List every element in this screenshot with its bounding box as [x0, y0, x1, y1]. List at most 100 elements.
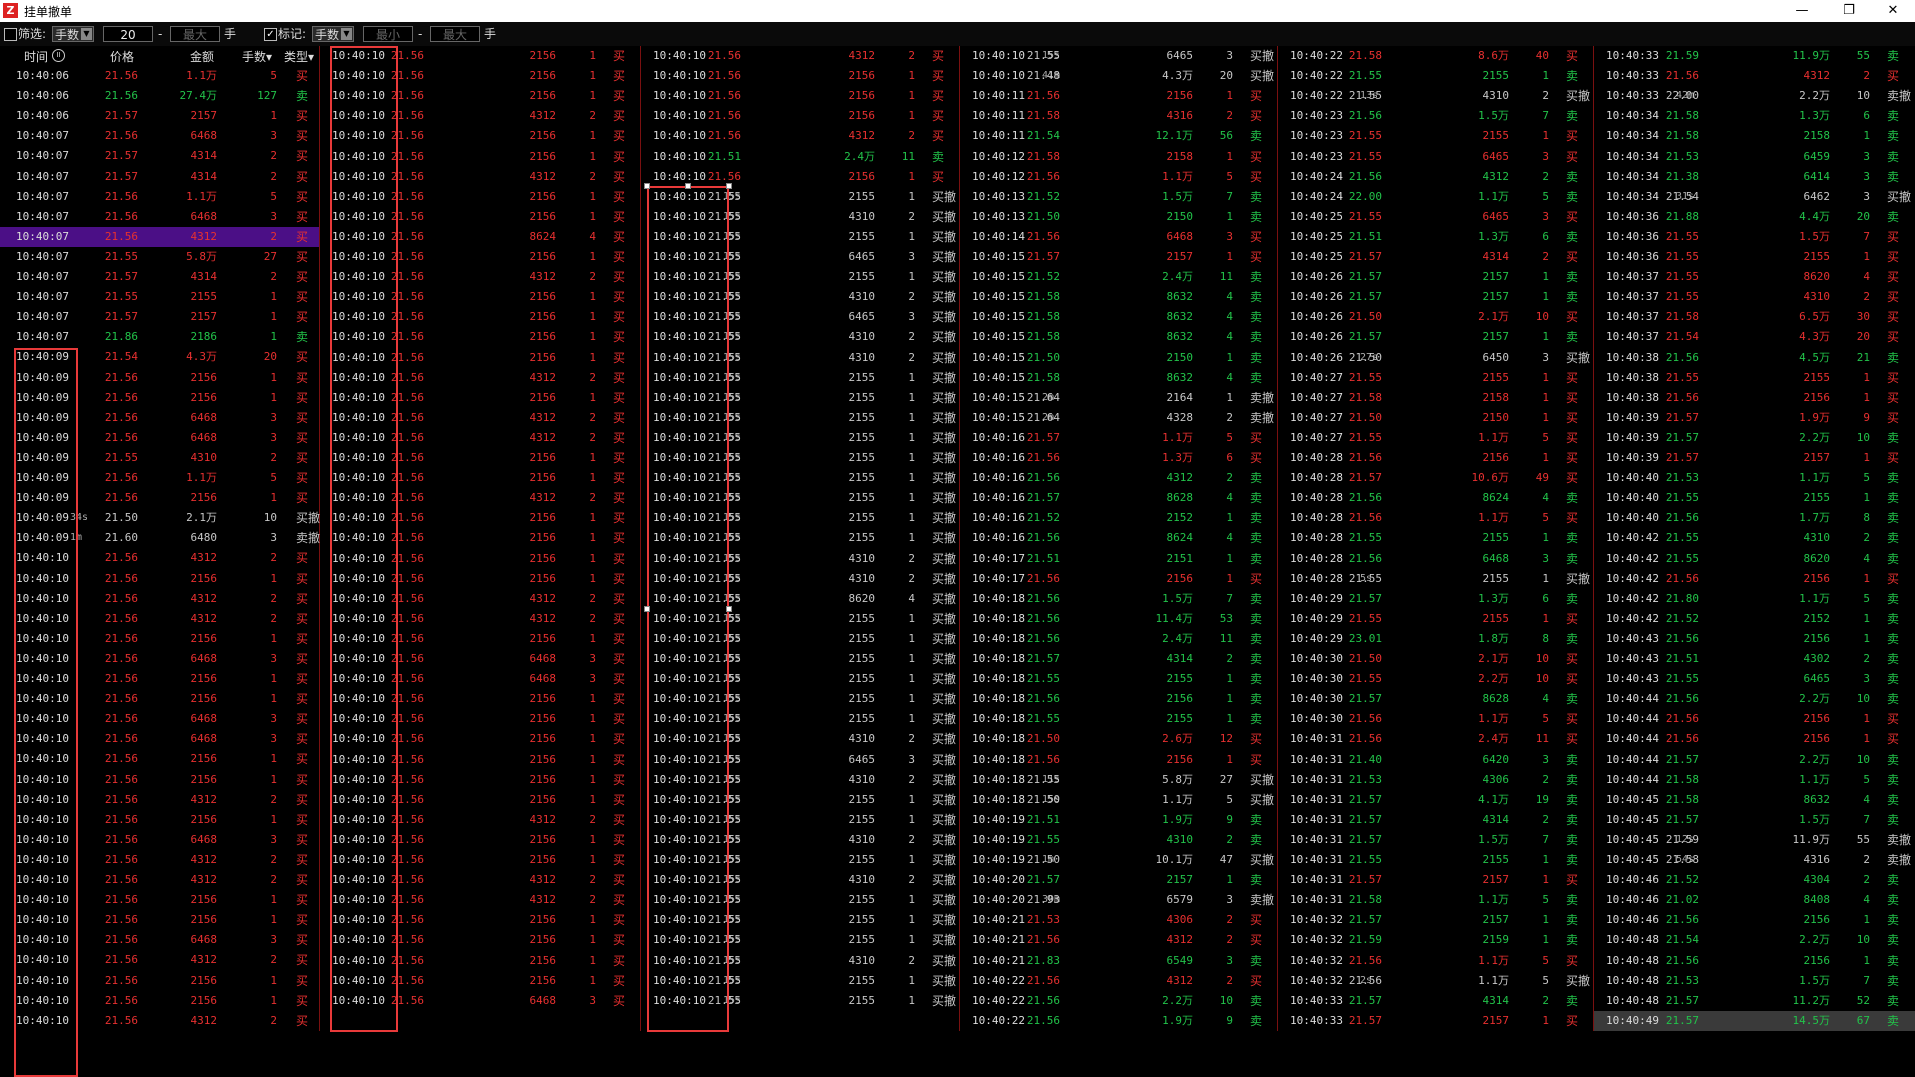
table-row[interactable]: 10:40:43 21.56 2156 1 卖: [1594, 629, 1915, 649]
table-row[interactable]: 10:40:46 21.52 4304 2 卖: [1594, 870, 1915, 890]
table-row[interactable]: 10:40:15 21.57 2157 1 买: [960, 247, 1277, 267]
table-row[interactable]: 10:40:26 21.57 2157 1 卖: [1278, 327, 1593, 347]
table-row[interactable]: 10:40:10 21.51 2.4万 11 卖: [641, 147, 959, 167]
table-row[interactable]: 10:40:44 21.56 2156 1 买: [1594, 709, 1915, 729]
table-row[interactable]: 10:40:42 21.52 2152 1 卖: [1594, 609, 1915, 629]
table-row[interactable]: 10:40:48 21.56 2156 1 卖: [1594, 951, 1915, 971]
table-row[interactable]: 10:40:10 21.56 2156 1 买: [641, 106, 959, 126]
table-row[interactable]: 10:40:24 22.00 1.1万 5 卖: [1278, 187, 1593, 207]
table-row[interactable]: 10:40:15 21.50 2150 1 卖: [960, 348, 1277, 368]
table-row[interactable]: 10:40:38 21.56 2156 1 买: [1594, 388, 1915, 408]
table-row[interactable]: 10:40:18 21.55 2155 1 卖: [960, 709, 1277, 729]
table-row[interactable]: 10:40:06 21.56 27.4万 127 卖: [0, 86, 319, 106]
table-row[interactable]: 10:40:28 21.57 10.6万 49 买: [1278, 468, 1593, 488]
table-row[interactable]: 10:40:17 21.51 2151 1 卖: [960, 549, 1277, 569]
table-row[interactable]: 10:40:06 21.56 1.1万 5 买: [0, 66, 319, 86]
table-row[interactable]: 10:40:32 21.59 2159 1 卖: [1278, 930, 1593, 950]
selection-box[interactable]: [14, 348, 78, 1077]
table-row[interactable]: 10:40:23 21.56 1.5万 7 卖: [1278, 106, 1593, 126]
table-row[interactable]: 10:40:07 21.57 2157 1 买: [0, 307, 319, 327]
table-row[interactable]: 10:40:28 21.55 2155 1 卖: [1278, 528, 1593, 548]
table-row[interactable]: 10:40:07 21.55 5.8万 27 买: [0, 247, 319, 267]
table-row[interactable]: 10:40:42 21.80 1.1万 5 卖: [1594, 589, 1915, 609]
table-row[interactable]: 10:40:12 21.58 2158 1 买: [960, 147, 1277, 167]
table-row[interactable]: 10:40:11 21.56 2156 1 买: [960, 86, 1277, 106]
table-row[interactable]: 10:40:36 21.88 4.4万 20 卖: [1594, 207, 1915, 227]
table-row[interactable]: 10:40:39 21.57 2157 1 买: [1594, 448, 1915, 468]
table-row[interactable]: 10:40:26 21.57 2157 1 卖: [1278, 267, 1593, 287]
table-row[interactable]: 10:40:15 21.52 2.4万 11 卖: [960, 267, 1277, 287]
table-row[interactable]: 10:40:20 21.57 2157 1 卖: [960, 870, 1277, 890]
table-row[interactable]: 10:40:44 21.57 2.2万 10 卖: [1594, 750, 1915, 770]
table-row[interactable]: 10:40:37 21.55 4310 2 买: [1594, 287, 1915, 307]
table-row[interactable]: 10:40:30 21.56 1.1万 5 买: [1278, 709, 1593, 729]
table-row[interactable]: 10:40:33 21.59 11.9万 55 卖: [1594, 46, 1915, 66]
table-row[interactable]: 10:40:33 21.57 4314 2 卖: [1278, 991, 1593, 1011]
table-row[interactable]: 10:40:34 21.58 2158 1 卖: [1594, 126, 1915, 146]
table-row[interactable]: 10:40:28 21.56 8624 4 卖: [1278, 488, 1593, 508]
table-row[interactable]: 10:40:15 21.58 8632 4 卖: [960, 287, 1277, 307]
table-row[interactable]: 10:40:23 21.55 6465 3 买: [1278, 147, 1593, 167]
table-row[interactable]: 10:40:45 21.57 1.5万 7 卖: [1594, 810, 1915, 830]
filter-mode-select[interactable]: 手数 ▼: [52, 26, 94, 42]
table-row[interactable]: 10:40:39 21.57 2.2万 10 卖: [1594, 428, 1915, 448]
table-row[interactable]: 10:40:16 21.56 4312 2 卖: [960, 468, 1277, 488]
table-row[interactable]: 10:40:22 21.56 2.2万 10 卖: [960, 991, 1277, 1011]
minimize-button[interactable]: —: [1782, 1, 1822, 21]
table-row[interactable]: 10:40:22 13s 21.55 4310 2 买撤: [1278, 86, 1593, 106]
pause-icon[interactable]: II: [52, 49, 65, 62]
table-row[interactable]: 10:40:34 21.53 6459 3 卖: [1594, 147, 1915, 167]
table-row[interactable]: 10:40:07 21.86 2186 1 卖: [0, 327, 319, 347]
table-row[interactable]: 10:40:31 21.56 2.4万 11 买: [1278, 729, 1593, 749]
table-row[interactable]: 10:40:16 21.57 8628 4 卖: [960, 488, 1277, 508]
table-row[interactable]: 10:40:15 21.58 8632 4 卖: [960, 307, 1277, 327]
table-row[interactable]: 10:40:38 21.55 2155 1 买: [1594, 368, 1915, 388]
resize-handle[interactable]: [644, 606, 650, 612]
table-row[interactable]: 10:40:10 21.56 4312 2 买: [641, 126, 959, 146]
table-row[interactable]: 10:40:34 21.38 6414 3 卖: [1594, 167, 1915, 187]
table-row[interactable]: 10:40:42 21.56 2156 1 买: [1594, 569, 1915, 589]
table-row[interactable]: 10:40:31 21.57 1.5万 7 卖: [1278, 830, 1593, 850]
table-row[interactable]: 10:40:28 21.56 2156 1 买: [1278, 448, 1593, 468]
table-row[interactable]: 10:40:44 21.56 2156 1 买: [1594, 729, 1915, 749]
table-row[interactable]: 10:40:33 21.57 2157 1 买: [1278, 1011, 1593, 1031]
table-row[interactable]: 10:40:34 21.58 1.3万 6 卖: [1594, 106, 1915, 126]
mark-mode-select[interactable]: 手数 ▼: [312, 26, 354, 42]
table-row[interactable]: 10:40:18 21.56 2156 1 买: [960, 750, 1277, 770]
table-row[interactable]: 10:40:28 21.56 1.1万 5 买: [1278, 508, 1593, 528]
table-row[interactable]: 10:40:29 21.55 2155 1 买: [1278, 609, 1593, 629]
table-row[interactable]: 10:40:38 21.56 4.5万 21 卖: [1594, 348, 1915, 368]
table-row[interactable]: 10:40:18 21.55 2155 1 卖: [960, 669, 1277, 689]
table-row[interactable]: 10:40:26 21.50 2.1万 10 买: [1278, 307, 1593, 327]
resize-handle[interactable]: [644, 183, 650, 189]
table-row[interactable]: 10:40:44 21.56 2.2万 10 卖: [1594, 689, 1915, 709]
table-row[interactable]: 10:40:15 21.58 8632 4 卖: [960, 327, 1277, 347]
table-row[interactable]: 10:40:18 21.56 11.4万 53 卖: [960, 609, 1277, 629]
table-row[interactable]: 10:40:07 21.57 4314 2 买: [0, 267, 319, 287]
resize-handle[interactable]: [726, 183, 732, 189]
table-row[interactable]: 10:40:10 41m 21.48 4.3万 20 买撤: [960, 66, 1277, 86]
table-row[interactable]: 10:40:40 21.56 1.7万 8 卖: [1594, 508, 1915, 528]
table-row[interactable]: 10:40:07 21.56 4312 2 买: [0, 226, 319, 247]
table-row[interactable]: 10:40:15 2m 21.64 4328 2 卖撤: [960, 408, 1277, 428]
mark-min-input[interactable]: 最小: [363, 26, 413, 42]
table-row[interactable]: 10:40:11 21.54 12.1万 56 卖: [960, 126, 1277, 146]
resize-handle[interactable]: [726, 606, 732, 612]
table-row[interactable]: 10:40:18 21.56 1.5万 7 卖: [960, 589, 1277, 609]
table-row[interactable]: 10:40:27 21.50 2150 1 买: [1278, 408, 1593, 428]
table-row[interactable]: 10:40:32 21.57 2157 1 卖: [1278, 910, 1593, 930]
table-row[interactable]: 10:40:11 21.58 4316 2 买: [960, 106, 1277, 126]
table-row[interactable]: 10:40:14 21.56 6468 3 买: [960, 227, 1277, 247]
table-row[interactable]: 10:40:30 21.57 8628 4 卖: [1278, 689, 1593, 709]
table-row[interactable]: 10:40:10 15s 21.55 6465 3 买撤: [960, 46, 1277, 66]
table-row[interactable]: 10:40:22 21.58 8.6万 40 买: [1278, 46, 1593, 66]
table-row[interactable]: 10:40:48 21.54 2.2万 10 卖: [1594, 930, 1915, 950]
table-row[interactable]: 10:40:16 21.52 2152 1 卖: [960, 508, 1277, 528]
table-row[interactable]: 10:40:25 21.55 6465 3 买: [1278, 207, 1593, 227]
table-row[interactable]: 10:40:37 21.55 8620 4 买: [1594, 267, 1915, 287]
table-row[interactable]: 10:40:18 21.50 2.6万 12 买: [960, 729, 1277, 749]
table-row[interactable]: 10:40:06 21.57 2157 1 买: [0, 106, 319, 126]
header-type[interactable]: 类型▾: [284, 48, 314, 65]
table-row[interactable]: 10:40:36 21.55 2155 1 买: [1594, 247, 1915, 267]
table-row[interactable]: 10:40:07 21.57 4314 2 买: [0, 167, 319, 187]
